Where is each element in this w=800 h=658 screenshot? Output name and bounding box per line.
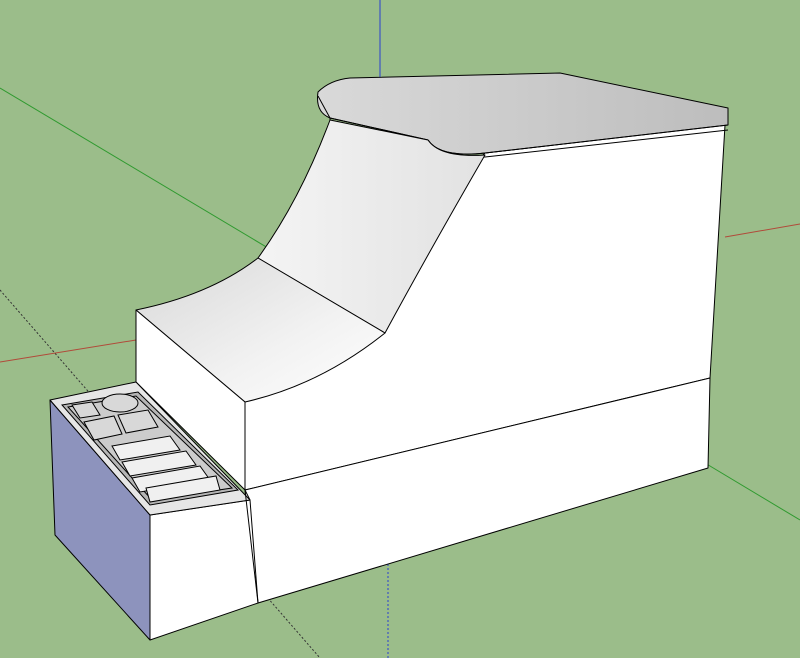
model-console-block[interactable] (49, 72, 729, 641)
scene-canvas[interactable] (0, 0, 800, 658)
red-axis-left (0, 339, 137, 363)
base-front-face[interactable] (149, 499, 259, 641)
3d-viewport[interactable] (0, 0, 800, 658)
green-axis-lower (699, 459, 800, 521)
red-axis-right (724, 223, 800, 238)
round-button[interactable] (101, 393, 139, 413)
